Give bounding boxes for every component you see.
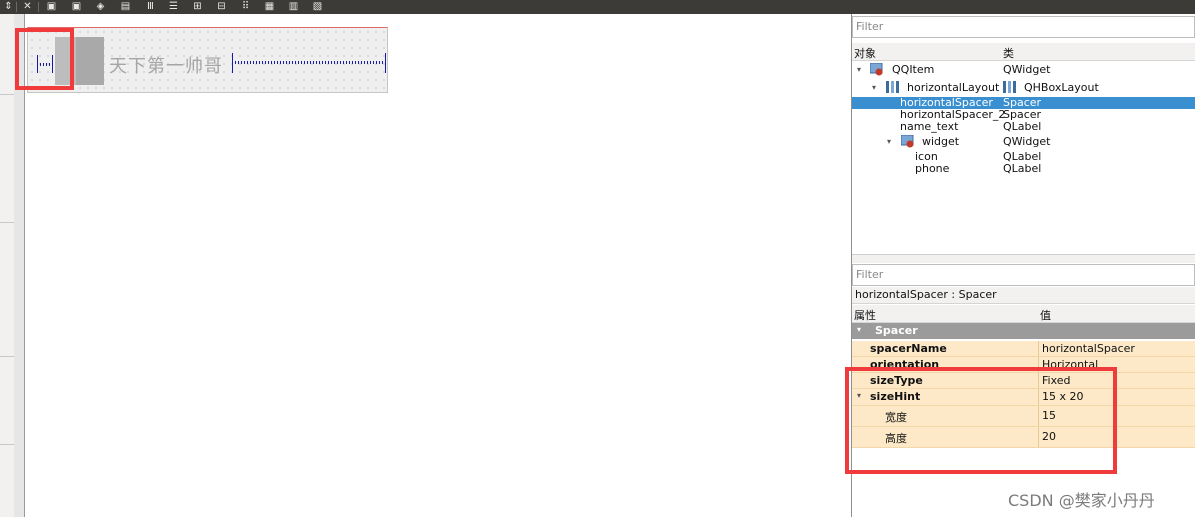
tree-item-class: QWidget [1003, 135, 1051, 148]
tree-item-name: name_text [900, 120, 959, 133]
edit-tab-order-icon[interactable]: ▤ [120, 1, 131, 12]
object-filter-input[interactable]: Filter [852, 16, 1195, 38]
object-tree-header: 对象 类 [852, 43, 1195, 61]
gutter-divider [0, 356, 14, 357]
hbox-layout-icon [886, 81, 899, 93]
gutter-divider [0, 222, 14, 223]
scroll-arrows-icon[interactable]: ⇕ [3, 1, 14, 12]
tree-item-class: QWidget [1003, 63, 1051, 76]
property-category-spacer[interactable]: ▾ Spacer [852, 323, 1195, 339]
watermark: CSDN @樊家小丹丹 [1008, 491, 1155, 510]
designer-toolbar: ⇕ ✕ ▣ ▣ ◈ ▤ Ⅲ ☰ ⊞ ⊟ ⠿ ▦ ▥ ▧ [0, 0, 1195, 14]
tree-item-class: QLabel [1003, 162, 1042, 175]
spacer-right-end [385, 53, 386, 73]
break-layout-icon[interactable]: ▥ [288, 1, 299, 12]
tree-item-name: horizontalLayout [907, 81, 1000, 94]
class-column-header[interactable]: 类 [1003, 45, 1014, 61]
tree-row-widget[interactable]: ▾ widget QWidget [852, 135, 1195, 148]
value-column-header[interactable]: 值 [1040, 307, 1051, 323]
gutter-divider [0, 444, 14, 445]
tree-row-phone[interactable]: phone QLabel [852, 163, 1195, 175]
highlight-box-sizehint [845, 367, 1117, 474]
layout-form-icon[interactable]: ⠿ [240, 1, 251, 12]
tree-item-class: QHBoxLayout [1024, 81, 1099, 94]
toolbar-separator [16, 2, 17, 12]
edit-widgets-icon[interactable]: ▣ [46, 1, 57, 12]
adjust-size-icon[interactable]: ▧ [312, 1, 323, 12]
prop-value[interactable]: horizontalSpacer [1042, 342, 1135, 355]
expand-arrow-icon[interactable]: ▾ [857, 64, 861, 76]
property-column-header[interactable]: 属性 [854, 307, 876, 323]
toolbar-separator [38, 2, 39, 12]
horizontal-spacer-2[interactable] [232, 53, 386, 73]
edit-buddies-icon[interactable]: ◈ [95, 1, 106, 12]
property-filter-input[interactable]: Filter [852, 264, 1195, 286]
collapse-arrow-icon[interactable]: ▾ [857, 325, 861, 334]
category-label: Spacer [875, 324, 918, 337]
tree-row-qqitem[interactable]: ▾ QQItem QWidget [852, 63, 1195, 76]
tree-row-name-text[interactable]: name_text QLabel [852, 121, 1195, 133]
expand-arrow-icon[interactable]: ▾ [887, 136, 891, 148]
tree-item-class: QLabel [1003, 120, 1042, 133]
left-dock-gutter [0, 14, 15, 517]
dock-splitter[interactable] [852, 254, 1195, 263]
column-divider [1038, 341, 1039, 356]
tree-row-horizontallayout[interactable]: ▾ horizontalLayout QHBoxLayout [852, 81, 1195, 94]
highlight-box-spacer [15, 28, 74, 90]
prop-row-spacername[interactable]: spacerName horizontalSpacer [852, 341, 1195, 357]
gutter-divider [0, 94, 14, 95]
name-text-label[interactable]: 天下第一帅哥 [109, 52, 223, 78]
layout-splitter-v-icon[interactable]: ⊟ [216, 1, 227, 12]
edit-signals-icon[interactable]: ▣ [71, 1, 82, 12]
widget-icon [901, 135, 914, 148]
layout-horizontal-icon[interactable]: Ⅲ [145, 1, 156, 12]
hbox-layout-icon [1003, 81, 1016, 93]
layout-vertical-icon[interactable]: ☰ [168, 1, 179, 12]
close-icon[interactable]: ✕ [22, 1, 33, 12]
tree-item-name: widget [922, 135, 960, 148]
prop-key: spacerName [870, 342, 947, 355]
widget-icon [870, 63, 883, 76]
tree-item-name: phone [915, 162, 950, 175]
property-table-header: 属性 值 [852, 305, 1195, 323]
expand-arrow-icon[interactable]: ▾ [872, 82, 876, 94]
spacer-zigzag [232, 61, 386, 64]
property-editor-title: horizontalSpacer : Spacer [852, 287, 1195, 304]
layout-splitter-h-icon[interactable]: ⊞ [192, 1, 203, 12]
object-column-header[interactable]: 对象 [854, 45, 876, 61]
tree-item-name: QQItem [892, 63, 935, 76]
layout-grid-icon[interactable]: ▦ [264, 1, 275, 12]
